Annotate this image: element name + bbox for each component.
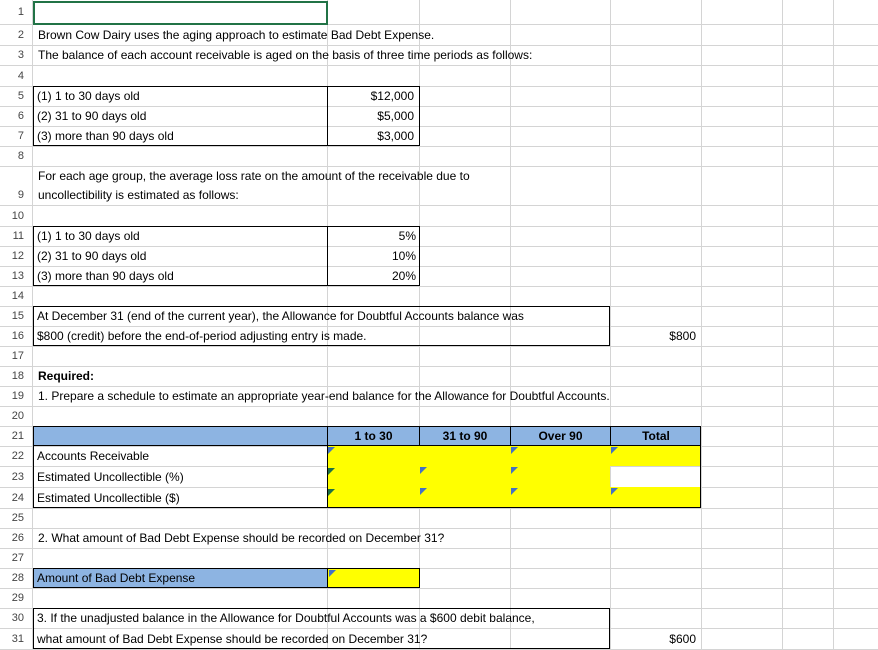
question-1: 1. Prepare a schedule to estimate an app… bbox=[38, 389, 610, 403]
row-number[interactable]: 18 bbox=[0, 366, 24, 386]
rate-value[interactable]: 5% bbox=[328, 226, 416, 246]
input-cell-total-dollars[interactable] bbox=[610, 487, 700, 507]
input-cells-1-to-30[interactable] bbox=[327, 446, 419, 507]
row-label-estimated-pct: Estimated Uncollectible (%) bbox=[37, 470, 184, 484]
row-number[interactable]: 24 bbox=[0, 488, 24, 508]
comment-indicator-icon[interactable] bbox=[328, 447, 335, 454]
allowance-line-2: $800 (credit) before the end-of-period a… bbox=[37, 329, 367, 343]
row-number[interactable]: 10 bbox=[0, 206, 24, 226]
row-number[interactable]: 1 bbox=[0, 2, 24, 22]
row-number[interactable]: 7 bbox=[0, 126, 24, 146]
row-number[interactable]: 4 bbox=[0, 66, 24, 86]
row-number[interactable]: 17 bbox=[0, 346, 24, 366]
allowance-line-1: At December 31 (end of the current year)… bbox=[37, 309, 524, 323]
row-number[interactable]: 6 bbox=[0, 106, 24, 126]
comment-indicator-icon[interactable] bbox=[611, 447, 618, 454]
row-label-accounts-receivable: Accounts Receivable bbox=[37, 449, 150, 463]
comment-indicator-icon[interactable] bbox=[511, 467, 518, 474]
header-total: Total bbox=[610, 426, 701, 446]
comment-indicator-icon[interactable] bbox=[511, 447, 518, 454]
intro-line-1: Brown Cow Dairy uses the aging approach … bbox=[38, 28, 435, 42]
comment-indicator-icon[interactable] bbox=[328, 468, 335, 475]
comment-indicator-icon[interactable] bbox=[511, 488, 518, 495]
allowance-value[interactable]: $800 bbox=[610, 326, 696, 346]
row-number[interactable]: 23 bbox=[0, 467, 24, 487]
header-over-90: Over 90 bbox=[510, 426, 610, 446]
row-number[interactable]: 31 bbox=[0, 629, 24, 649]
input-cells-over-90[interactable] bbox=[510, 446, 610, 507]
row-number[interactable]: 12 bbox=[0, 246, 24, 266]
comment-indicator-icon[interactable] bbox=[420, 467, 427, 474]
rates-intro-line-1: For each age group, the average loss rat… bbox=[38, 169, 470, 183]
aging-label: (2) 31 to 90 days old bbox=[37, 109, 147, 123]
aging-value[interactable]: $12,000 bbox=[328, 86, 414, 106]
row-number[interactable]: 29 bbox=[0, 588, 24, 608]
row-number[interactable]: 9 bbox=[0, 185, 24, 205]
row-number[interactable]: 14 bbox=[0, 286, 24, 306]
aging-label: (1) 1 to 30 days old bbox=[37, 89, 140, 103]
bad-debt-expense-input[interactable] bbox=[327, 568, 420, 588]
rate-value[interactable]: 20% bbox=[328, 266, 416, 286]
input-cell-total-ar[interactable] bbox=[610, 446, 700, 466]
question-3-line-2: what amount of Bad Debt Expense should b… bbox=[37, 632, 428, 646]
comment-indicator-icon[interactable] bbox=[328, 489, 335, 496]
required-label: Required: bbox=[38, 369, 95, 383]
rate-label: (2) 31 to 90 days old bbox=[37, 249, 147, 263]
intro-line-2: The balance of each account receivable i… bbox=[38, 48, 533, 62]
row-number[interactable]: 30 bbox=[0, 608, 24, 628]
row-label-estimated-dollars: Estimated Uncollectible ($) bbox=[37, 491, 180, 505]
row-number[interactable]: 15 bbox=[0, 306, 24, 326]
row-number[interactable]: 20 bbox=[0, 406, 24, 426]
input-cells-31-to-90[interactable] bbox=[419, 446, 510, 507]
comment-indicator-icon[interactable] bbox=[420, 488, 427, 495]
rates-intro-line-2: uncollectibility is estimated as follows… bbox=[38, 188, 239, 202]
header-1-to-30: 1 to 30 bbox=[327, 426, 419, 446]
rate-label: (3) more than 90 days old bbox=[37, 269, 174, 283]
row-number[interactable]: 26 bbox=[0, 528, 24, 548]
row-number[interactable]: 21 bbox=[0, 426, 24, 446]
selected-cell[interactable] bbox=[33, 1, 328, 25]
question-2: 2. What amount of Bad Debt Expense shoul… bbox=[38, 531, 445, 545]
row-number[interactable]: 27 bbox=[0, 548, 24, 568]
rate-label: (1) 1 to 30 days old bbox=[37, 229, 140, 243]
row-number[interactable]: 5 bbox=[0, 86, 24, 106]
header-31-to-90: 31 to 90 bbox=[419, 426, 510, 446]
q3-value[interactable]: $600 bbox=[610, 629, 696, 649]
row-number[interactable]: 25 bbox=[0, 508, 24, 528]
row-number[interactable]: 16 bbox=[0, 326, 24, 346]
comment-indicator-icon[interactable] bbox=[611, 488, 618, 495]
comment-indicator-icon[interactable] bbox=[329, 570, 336, 577]
aging-value[interactable]: $3,000 bbox=[328, 126, 414, 146]
row-number[interactable]: 8 bbox=[0, 146, 24, 166]
question-3-line-1: 3. If the unadjusted balance in the Allo… bbox=[37, 611, 535, 625]
row-number[interactable]: 28 bbox=[0, 568, 24, 588]
row-number[interactable]: 13 bbox=[0, 266, 24, 286]
rate-value[interactable]: 10% bbox=[328, 246, 416, 266]
bad-debt-expense-label: Amount of Bad Debt Expense bbox=[37, 571, 196, 585]
row-number[interactable]: 11 bbox=[0, 226, 24, 246]
row-number[interactable]: 22 bbox=[0, 446, 24, 466]
row-number[interactable]: 2 bbox=[0, 25, 24, 45]
row-number[interactable]: 19 bbox=[0, 386, 24, 406]
aging-value[interactable]: $5,000 bbox=[328, 106, 414, 126]
aging-label: (3) more than 90 days old bbox=[37, 129, 174, 143]
row-number[interactable]: 3 bbox=[0, 45, 24, 65]
